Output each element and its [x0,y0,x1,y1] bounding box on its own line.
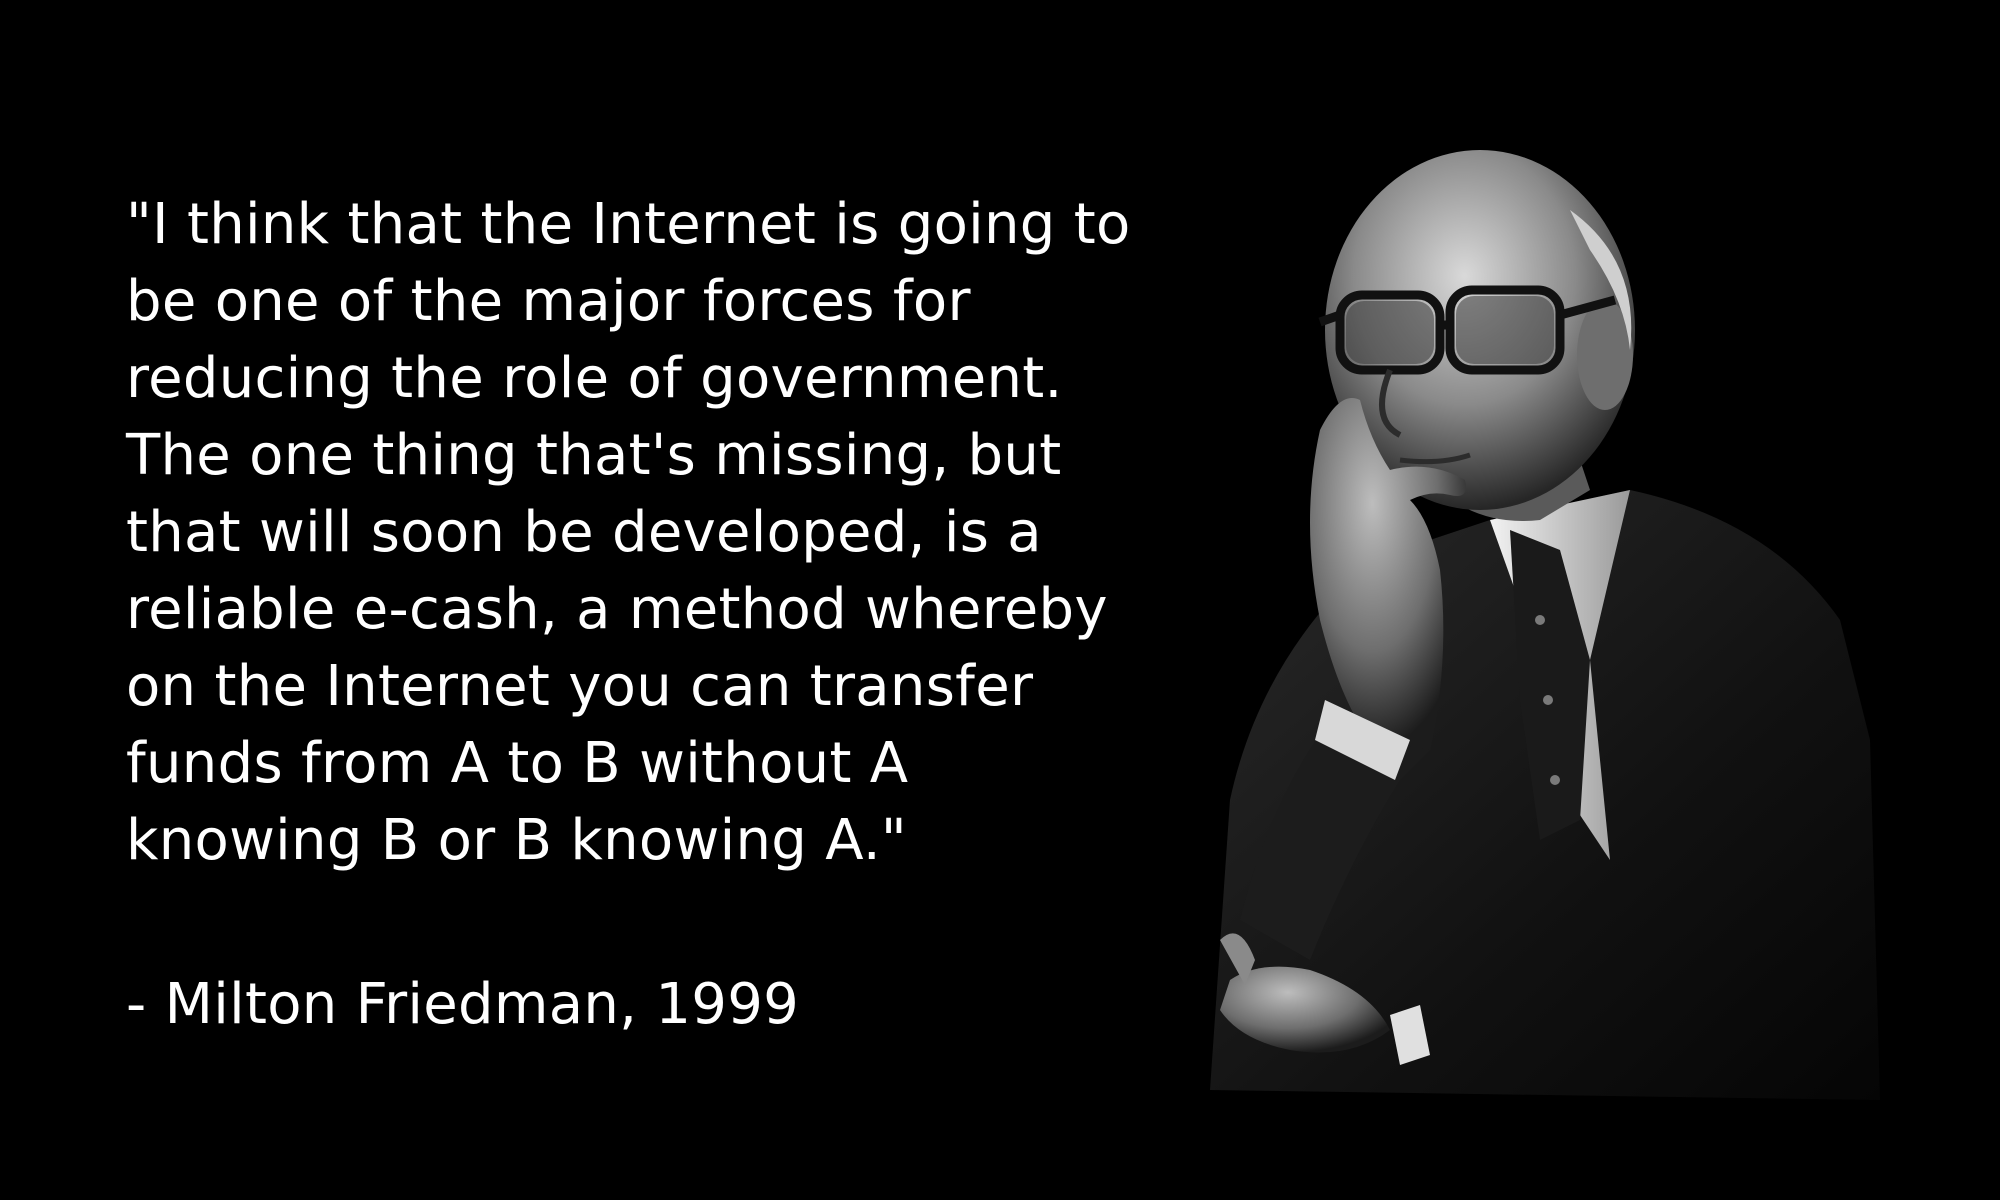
quote-text: "I think that the Internet is going to b… [126,186,1131,879]
quote-line: reducing the role of government. [126,346,1063,411]
quote-line: funds from A to B without A [126,731,909,796]
quote-line: knowing B or B knowing A." [126,808,907,873]
portrait-photo [1070,100,1880,1100]
quote-line: "I think that the Internet is going to [126,192,1131,257]
quote-poster: "I think that the Internet is going to b… [0,0,2000,1200]
quote-attribution: - Milton Friedman, 1999 [126,972,800,1037]
elderly-man-portrait-icon [1210,150,1880,1100]
quote-line: that will soon be developed, is a [126,500,1042,565]
quote-line: The one thing that's missing, but [126,423,1062,488]
quote-line: be one of the major forces for [126,269,971,334]
quote-line: on the Internet you can transfer [126,654,1034,719]
quote-line: reliable e-cash, a method whereby [126,577,1108,642]
